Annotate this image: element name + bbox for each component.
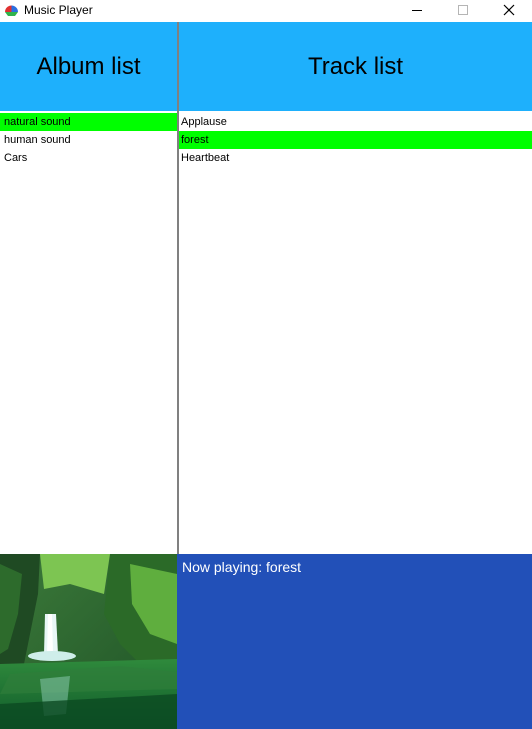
window-title: Music Player xyxy=(24,3,93,17)
waterfall-image xyxy=(0,554,177,729)
close-button[interactable] xyxy=(486,0,532,22)
music-player-app-icon xyxy=(5,5,18,16)
track-item[interactable]: forest xyxy=(179,131,532,149)
album-list-header: Album list xyxy=(0,22,177,111)
close-icon xyxy=(503,4,515,16)
track-item[interactable]: Heartbeat xyxy=(179,149,532,167)
panel-divider xyxy=(177,22,179,554)
music-player-window: Music Player Album list Track list natur… xyxy=(0,0,532,729)
title-bar[interactable]: Music Player xyxy=(0,0,532,22)
maximize-icon xyxy=(458,5,468,15)
maximize-button[interactable] xyxy=(440,0,486,22)
track-list: Applause forest Heartbeat xyxy=(179,113,532,167)
album-item[interactable]: natural sound xyxy=(0,113,177,131)
minimize-icon xyxy=(412,10,422,11)
album-item[interactable]: human sound xyxy=(0,131,177,149)
track-list-header: Track list xyxy=(179,22,532,111)
album-art-image xyxy=(0,554,177,729)
album-item[interactable]: Cars xyxy=(0,149,177,167)
now-playing-label: Now playing: forest xyxy=(182,559,302,575)
now-playing-panel: Now playing: forest xyxy=(177,554,532,729)
minimize-button[interactable] xyxy=(394,0,440,22)
track-item[interactable]: Applause xyxy=(179,113,532,131)
album-list: natural sound human sound Cars xyxy=(0,113,177,167)
